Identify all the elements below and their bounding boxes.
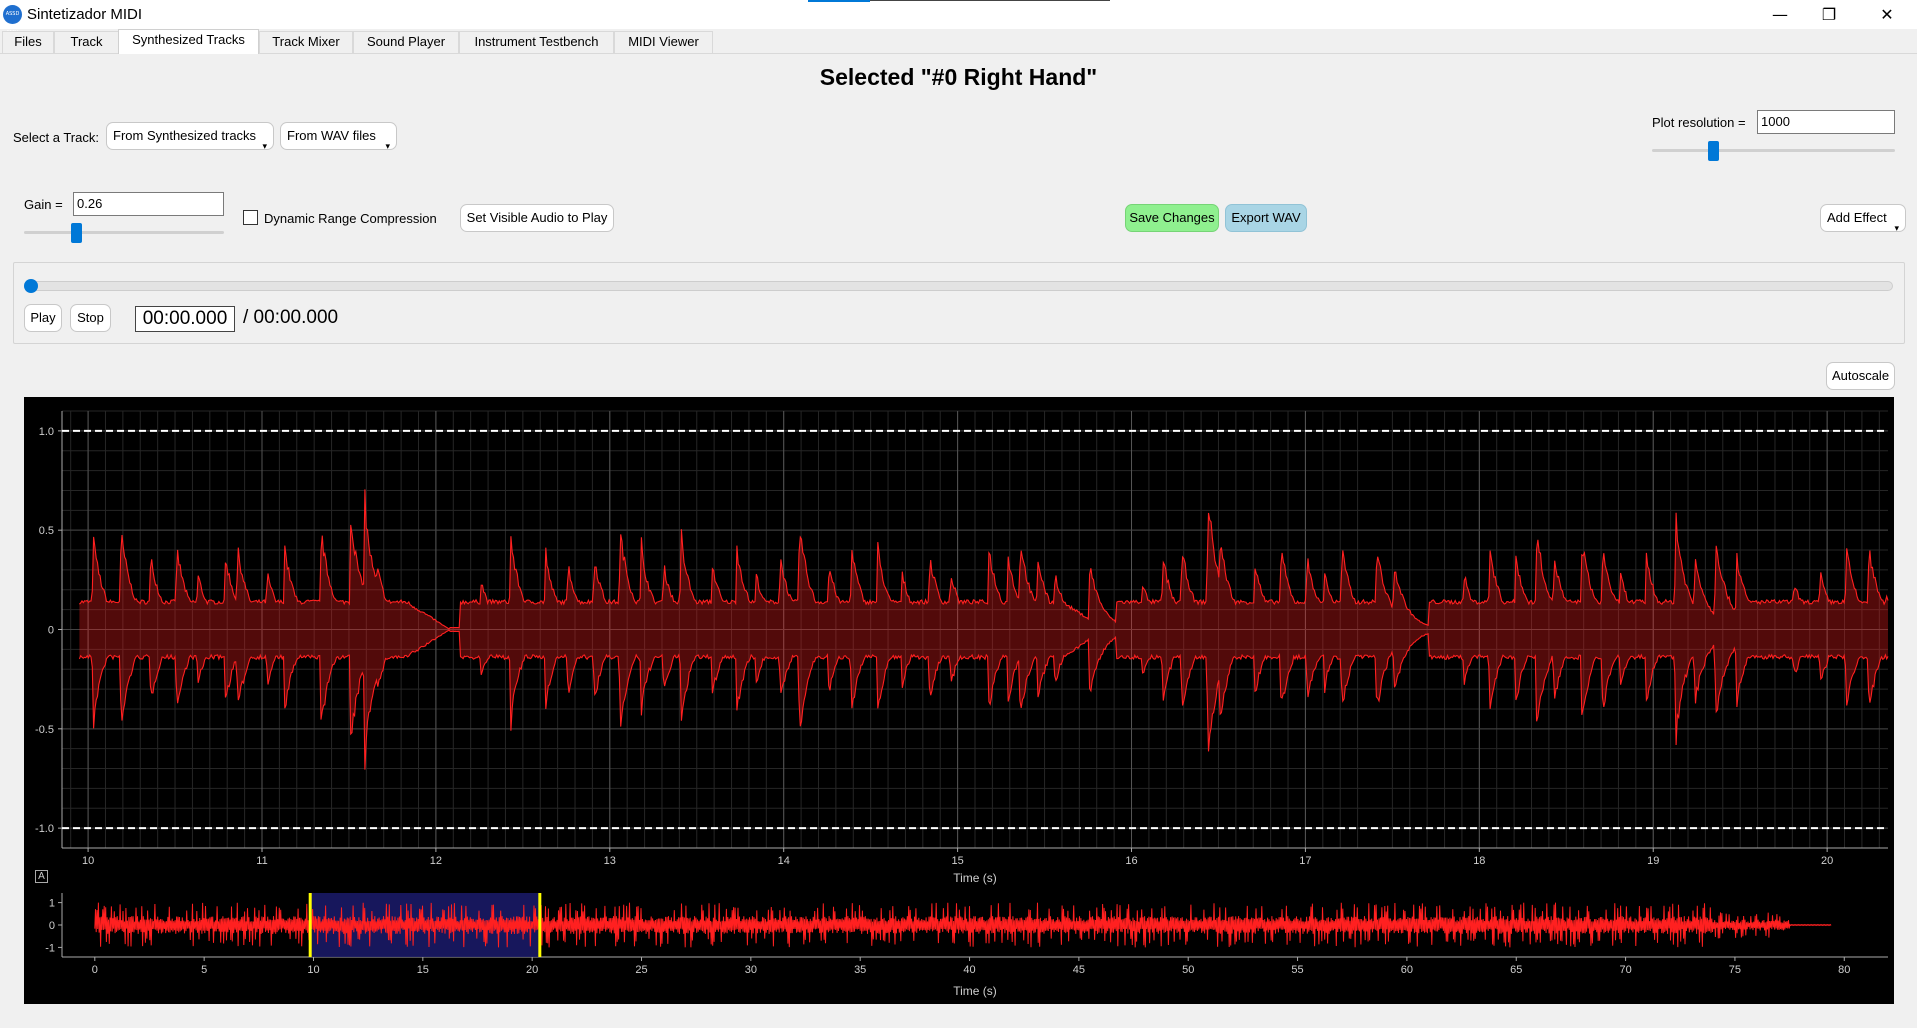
tab-instrument-testbench[interactable]: Instrument Testbench [459,31,614,53]
overview-x-tick-label: 10 [307,964,319,976]
maximize-button[interactable]: ❐ [1806,0,1852,29]
overview-y-tick-label: -1 [45,942,55,954]
titlebar-progress-fill [808,0,870,2]
overview-x-tick-label: 15 [417,964,429,976]
x-tick-label: 12 [430,855,442,867]
overview-x-tick-label: 35 [854,964,866,976]
add-effect-combo[interactable]: Add Effect ▾ [1820,204,1906,233]
plot-resolution-label: Plot resolution = [1652,115,1746,130]
x-tick-label: 10 [82,855,94,867]
y-tick-label: 0 [48,625,54,637]
x-tick-label: 14 [778,855,790,867]
export-wav-button[interactable]: Export WAV [1225,204,1307,232]
tab-sound-player[interactable]: Sound Player [353,31,459,53]
app-icon: ASSD MIDI [3,5,22,36]
x-axis-label: Time (s) [953,871,997,885]
overview-y-tick-label: 0 [49,920,55,932]
x-tick-label: 11 [256,855,267,867]
tab-track[interactable]: Track [54,31,119,53]
tab-files[interactable]: Files [2,31,54,53]
overview-x-tick-label: 75 [1729,964,1741,976]
overview-y-tick-label: 1 [49,898,55,910]
y-tick-label: -0.5 [35,724,54,736]
tab-midi-viewer[interactable]: MIDI Viewer [614,31,713,53]
overview-x-tick-label: 40 [963,964,975,976]
select-track-label: Select a Track: [13,130,99,145]
titlebar-progress [808,0,1110,2]
x-tick-label: 17 [1299,855,1311,867]
page-title: Selected "#0 Right Hand" [819,64,1098,90]
close-button[interactable]: ✕ [1864,0,1910,29]
overview-x-tick-label: 45 [1073,964,1085,976]
overview-x-tick-label: 60 [1401,964,1413,976]
tab-synthesized-tracks[interactable]: Synthesized Tracks [118,29,259,54]
seek-handle[interactable] [24,279,38,293]
compression-checkbox[interactable] [243,210,258,225]
overview-x-tick-label: 80 [1838,964,1850,976]
x-tick-label: 15 [951,855,963,867]
set-visible-audio-button[interactable]: Set Visible Audio to Play [460,204,614,232]
gain-slider-track[interactable] [24,231,224,234]
wav-file-combo[interactable]: From WAV files ▾ [280,122,397,151]
gain-input[interactable]: 0.26 [73,192,224,216]
gain-label: Gain = [24,197,63,212]
overview-x-tick-label: 70 [1619,964,1631,976]
chevron-down-icon: ▾ [385,141,390,151]
tab-track-mixer[interactable]: Track Mixer [259,31,353,53]
seek-bar[interactable] [29,281,1893,291]
title-bar: ASSD MIDI Sintetizador MIDI — ❐ ✕ [0,0,1917,36]
x-tick-label: 16 [1125,855,1137,867]
minimize-button[interactable]: — [1757,0,1803,29]
play-button[interactable]: Play [24,304,62,332]
overview-x-axis-label: Time (s) [953,984,997,998]
player-panel [13,262,1905,344]
current-time-display: 00:00.000 [135,306,235,332]
overview-x-tick-label: 25 [635,964,647,976]
tabbar-divider [0,53,1917,54]
plot-resolution-input[interactable]: 1000 [1757,110,1895,134]
stop-button[interactable]: Stop [70,304,111,332]
y-tick-label: -1.0 [35,823,54,835]
x-tick-label: 18 [1473,855,1485,867]
waveform-plot-svg[interactable]: 10 11 12 13 14 15 16 17 18 19 201.00.50-0.5-1.0Tim… [24,397,1894,1004]
save-changes-button[interactable]: Save Changes [1125,204,1219,232]
overview-x-tick-label: 55 [1291,964,1303,976]
x-tick-label: 13 [604,855,616,867]
x-tick-label: 19 [1647,855,1659,867]
overview-x-tick-label: 0 [92,964,98,976]
plot-resolution-slider[interactable] [1707,141,1719,161]
chevron-down-icon: ▾ [262,141,267,151]
plot-resolution-slider-track[interactable] [1652,149,1895,152]
x-tick-label: 20 [1821,855,1833,867]
window-title: Sintetizador MIDI [27,6,143,23]
autoscale-button[interactable]: Autoscale [1826,362,1895,390]
overview-x-tick-label: 30 [745,964,757,976]
overview-x-tick-label: 20 [526,964,538,976]
wav-file-combo-value: From WAV files [287,128,376,143]
y-tick-label: 0.5 [39,525,54,537]
y-tick-label: 1.0 [39,426,54,438]
chevron-down-icon: ▾ [1894,223,1899,233]
total-time-display: / 00:00.000 [243,307,339,328]
add-effect-label: Add Effect [1827,210,1887,225]
gain-slider[interactable] [71,223,82,243]
synthesized-track-combo[interactable]: From Synthesized tracks ▾ [106,122,274,151]
compression-label: Dynamic Range Compression [264,211,437,226]
synthesized-track-combo-value: From Synthesized tracks [113,128,257,143]
overview-x-tick-label: 65 [1510,964,1522,976]
overview-x-tick-label: 5 [201,964,207,976]
autorange-icon[interactable]: A [35,870,48,883]
overview-x-tick-label: 50 [1182,964,1194,976]
waveform-plot[interactable]: 10 11 12 13 14 15 16 17 18 19 20 1.0 0.5 0 -0.5 -1.0 Tim… [24,397,1894,1004]
